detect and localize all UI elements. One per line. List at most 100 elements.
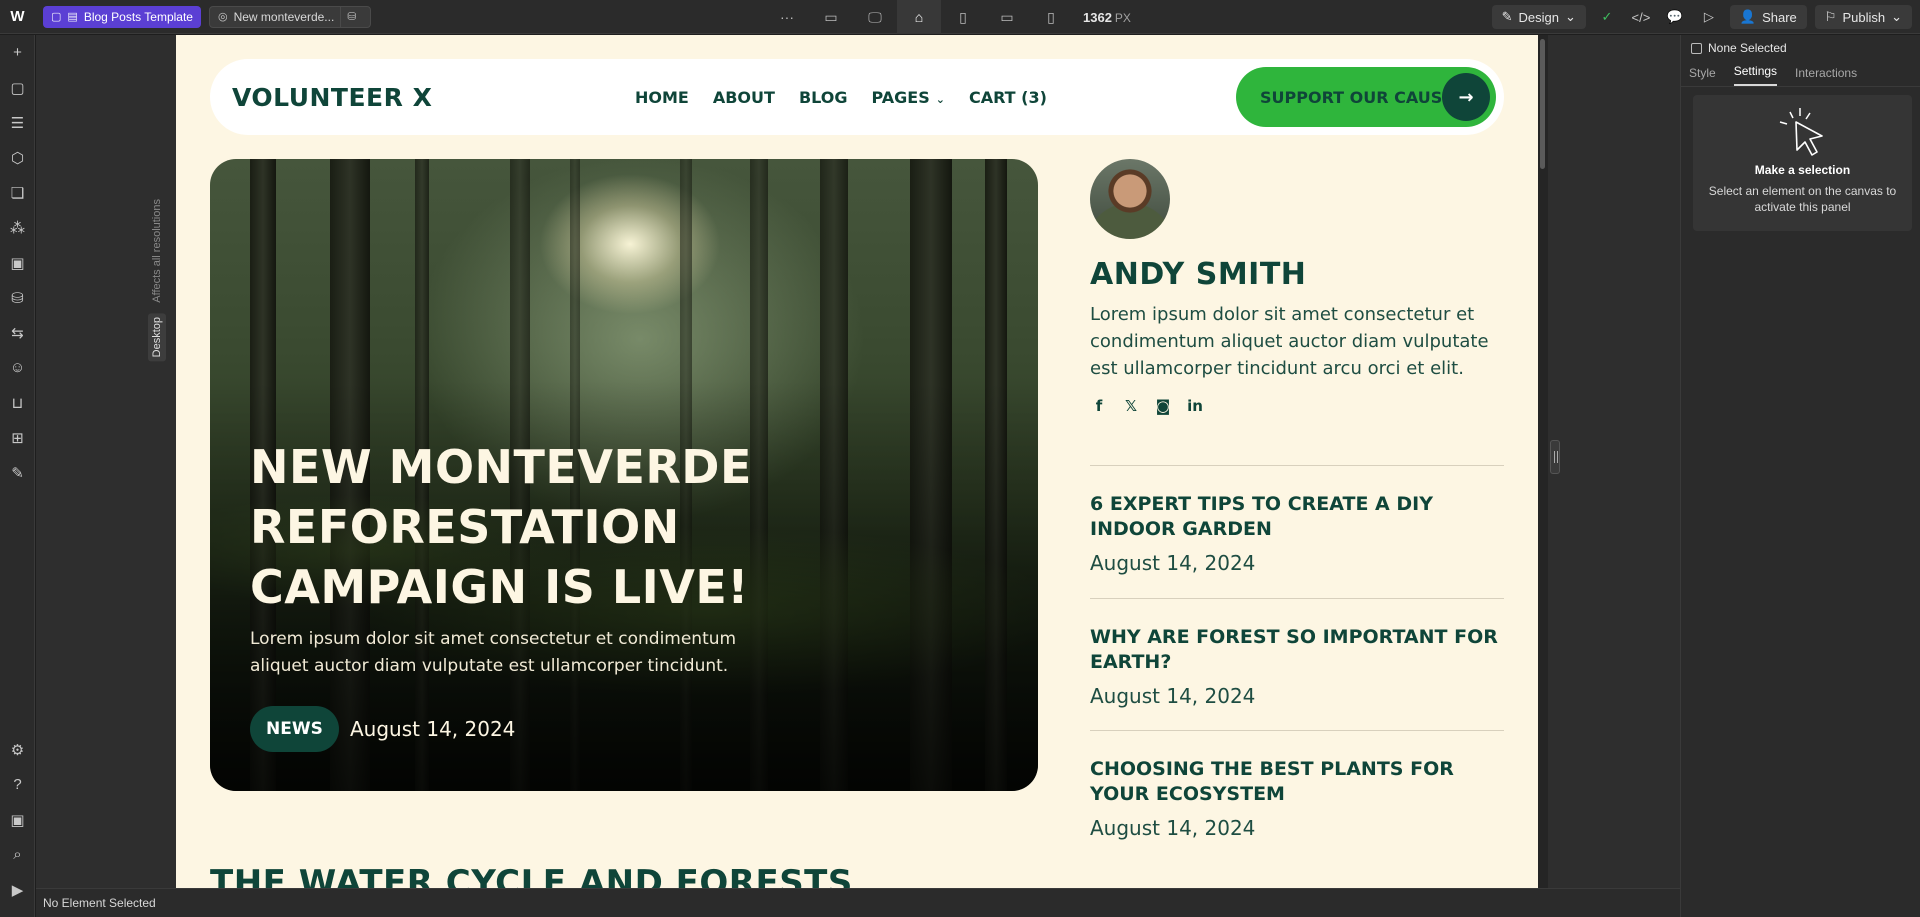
canvas-resize-handle[interactable] bbox=[1550, 440, 1560, 474]
rocket-icon: ⚐ bbox=[1824, 9, 1837, 24]
featured-post-title[interactable]: NEW MONTEVERDE REFORESTATION CAMPAIGN IS… bbox=[250, 437, 810, 617]
user-icon: 👤 bbox=[1739, 9, 1757, 24]
more-options-button[interactable]: ··· bbox=[765, 0, 809, 34]
featured-post-card[interactable]: NEW MONTEVERDE REFORESTATION CAMPAIGN IS… bbox=[210, 159, 1038, 791]
mobile-landscape-breakpoint-icon[interactable]: ▭ bbox=[985, 0, 1029, 34]
panel-tabs: Style Settings Interactions bbox=[1681, 61, 1920, 87]
canvas-scrollbar[interactable] bbox=[1538, 35, 1548, 888]
cursor-click-icon-svg bbox=[1779, 108, 1823, 156]
page-selector-button[interactable]: ▢ ▤ Blog Posts Template bbox=[43, 5, 201, 28]
large-desktop-breakpoint-icon[interactable]: ▭ bbox=[809, 0, 853, 34]
right-settings-panel: None Selected Style Settings Interaction… bbox=[1680, 35, 1920, 917]
empty-selection-card: Make a selection Select an element on th… bbox=[1693, 95, 1912, 231]
recent-post-title[interactable]: CHOOSING THE BEST PLANTS FOR YOUR ECOSYS… bbox=[1090, 757, 1504, 807]
site-preview[interactable]: VOLUNTEER X HOME ABOUT BLOG PAGES ⌄ CART … bbox=[176, 35, 1538, 888]
check-circle-icon[interactable]: ✓ bbox=[1594, 5, 1620, 29]
instagram-icon[interactable]: ◙ bbox=[1154, 397, 1172, 415]
webflow-logo-icon[interactable]: W bbox=[0, 0, 35, 34]
tab-settings[interactable]: Settings bbox=[1733, 64, 1778, 86]
cms-item-selector-button[interactable]: ◎ New monteverde... ⛁ bbox=[208, 5, 372, 28]
video-tutorial-icon[interactable]: ▶ bbox=[0, 872, 35, 907]
canvas-width-value: 1362 bbox=[1083, 9, 1112, 25]
mobile-portrait-breakpoint-icon[interactable]: ▯ bbox=[1029, 0, 1073, 34]
share-label: Share bbox=[1762, 9, 1797, 25]
cms-icon[interactable]: ⛁ bbox=[0, 280, 35, 315]
linkedin-icon[interactable]: in bbox=[1186, 397, 1204, 415]
comments-icon[interactable]: 💬 bbox=[1662, 5, 1688, 29]
add-elements-icon[interactable]: + bbox=[0, 35, 35, 70]
publish-label: Publish bbox=[1842, 9, 1886, 25]
publish-button[interactable]: ⚐ Publish ⌄ bbox=[1814, 5, 1912, 29]
cms-settings-icon[interactable]: ⛁ bbox=[340, 5, 362, 28]
facebook-icon[interactable]: f bbox=[1090, 397, 1108, 415]
selection-header: None Selected bbox=[1681, 35, 1920, 61]
nav-link-home[interactable]: HOME bbox=[635, 88, 689, 107]
support-cause-button[interactable]: SUPPORT OUR CAUSE → bbox=[1236, 67, 1496, 127]
status-bar: No Element Selected bbox=[36, 888, 1680, 917]
nav-link-pages[interactable]: PAGES ⌄ bbox=[872, 88, 945, 107]
post-divider bbox=[1090, 730, 1504, 731]
components-icon[interactable]: ⬡ bbox=[0, 140, 35, 175]
help-icon[interactable]: ? bbox=[0, 767, 35, 802]
x-twitter-icon[interactable]: 𝕏 bbox=[1122, 397, 1140, 415]
ecommerce-icon[interactable]: ⊔ bbox=[0, 385, 35, 420]
document-icon: ▤ bbox=[67, 11, 78, 23]
navigator-icon[interactable]: ☰ bbox=[0, 105, 35, 140]
post-divider bbox=[1090, 465, 1504, 466]
search-icon[interactable]: ⌕ bbox=[0, 837, 35, 872]
support-cause-label: SUPPORT OUR CAUSE bbox=[1260, 87, 1454, 107]
tab-style[interactable]: Style bbox=[1689, 66, 1716, 86]
recent-post-date: August 14, 2024 bbox=[1090, 551, 1256, 575]
nav-link-blog[interactable]: BLOG bbox=[799, 88, 848, 107]
breakpoint-tags: Affects all resolutions Desktop bbox=[148, 195, 166, 362]
logic-icon[interactable]: ⇆ bbox=[0, 315, 35, 350]
selection-label: None Selected bbox=[1708, 41, 1787, 55]
recent-post-date: August 14, 2024 bbox=[1090, 684, 1256, 708]
brush-icon: ✎ bbox=[1501, 9, 1513, 24]
brush-icon[interactable]: ✎ bbox=[0, 455, 35, 490]
recent-post-date: August 14, 2024 bbox=[1090, 816, 1256, 840]
users-icon[interactable]: ☺ bbox=[0, 350, 35, 385]
next-section-title: THE WATER CYCLE AND FORESTS bbox=[210, 863, 853, 888]
featured-post-date: August 14, 2024 bbox=[350, 717, 516, 741]
site-brand-logo[interactable]: VOLUNTEER X bbox=[232, 83, 432, 112]
site-navbar: VOLUNTEER X HOME ABOUT BLOG PAGES ⌄ CART … bbox=[210, 59, 1504, 135]
design-mode-dropdown[interactable]: ✎ Design ⌄ bbox=[1491, 5, 1586, 29]
canvas-width-readout[interactable]: 1362 PX bbox=[1083, 10, 1131, 25]
nav-link-about[interactable]: ABOUT bbox=[713, 88, 775, 107]
share-button[interactable]: 👤 Share bbox=[1729, 5, 1807, 29]
left-sidebar-bottom: ⚙ ? ▣ ⌕ ▶ bbox=[0, 732, 35, 907]
page-icon: ▢ bbox=[51, 11, 62, 23]
code-icon[interactable]: </> bbox=[1628, 5, 1654, 29]
settings-gear-icon[interactable]: ⚙ bbox=[0, 732, 35, 767]
page-selector-label: Blog Posts Template bbox=[83, 9, 193, 24]
pages-icon[interactable]: ▢ bbox=[0, 70, 35, 105]
nav-link-cart[interactable]: CART (3) bbox=[969, 88, 1047, 107]
tab-interactions[interactable]: Interactions bbox=[1795, 66, 1857, 86]
recent-post-title[interactable]: 6 EXPERT TIPS TO CREATE A DIY INDOOR GAR… bbox=[1090, 492, 1504, 542]
author-social-links: f 𝕏 ◙ in bbox=[1090, 397, 1204, 415]
design-canvas[interactable]: Affects all resolutions Desktop VOLUNTEE… bbox=[36, 35, 1680, 888]
nav-link-pages-label: PAGES bbox=[871, 87, 930, 107]
breakpoint-toolbar: ··· ▭ 🖵 ⌂ ▯ ▭ ▯ 1362 PX bbox=[765, 0, 1131, 34]
selection-checkbox[interactable] bbox=[1691, 42, 1702, 54]
left-sidebar: + ▢ ☰ ⬡ ❏ ⁂ ▣ ⛁ ⇆ ☺ ⊔ ⊞ ✎ ⚙ ? ▣ ⌕ ▶ bbox=[0, 35, 35, 917]
desktop-monitor-breakpoint-icon[interactable]: 🖵 bbox=[853, 0, 897, 34]
category-badge[interactable]: NEWS bbox=[250, 706, 339, 752]
assets-icon[interactable]: ▣ bbox=[0, 245, 35, 280]
recent-post-title[interactable]: WHY ARE FOREST SO IMPORTANT FOR EARTH? bbox=[1090, 625, 1504, 675]
chevron-down-icon: ⌄ bbox=[935, 92, 945, 106]
apps-icon[interactable]: ⊞ bbox=[0, 420, 35, 455]
audit-icon[interactable]: ▣ bbox=[0, 802, 35, 837]
author-bio: Lorem ipsum dolor sit amet consectetur e… bbox=[1090, 304, 1489, 379]
top-toolbar: W ▢ ▤ Blog Posts Template ◎ New montever… bbox=[0, 0, 1920, 34]
canvas-scrollbar-thumb[interactable] bbox=[1540, 39, 1545, 169]
variables-icon[interactable]: ⁂ bbox=[0, 210, 35, 245]
preview-play-icon[interactable]: ▷ bbox=[1696, 5, 1722, 29]
post-divider bbox=[1090, 598, 1504, 599]
tablet-breakpoint-icon[interactable]: ▯ bbox=[941, 0, 985, 34]
style-selectors-icon[interactable]: ❏ bbox=[0, 175, 35, 210]
featured-post-excerpt: Lorem ipsum dolor sit amet consectetur e… bbox=[250, 629, 737, 676]
status-text: No Element Selected bbox=[43, 896, 156, 910]
desktop-base-breakpoint-icon[interactable]: ⌂ bbox=[897, 0, 941, 34]
